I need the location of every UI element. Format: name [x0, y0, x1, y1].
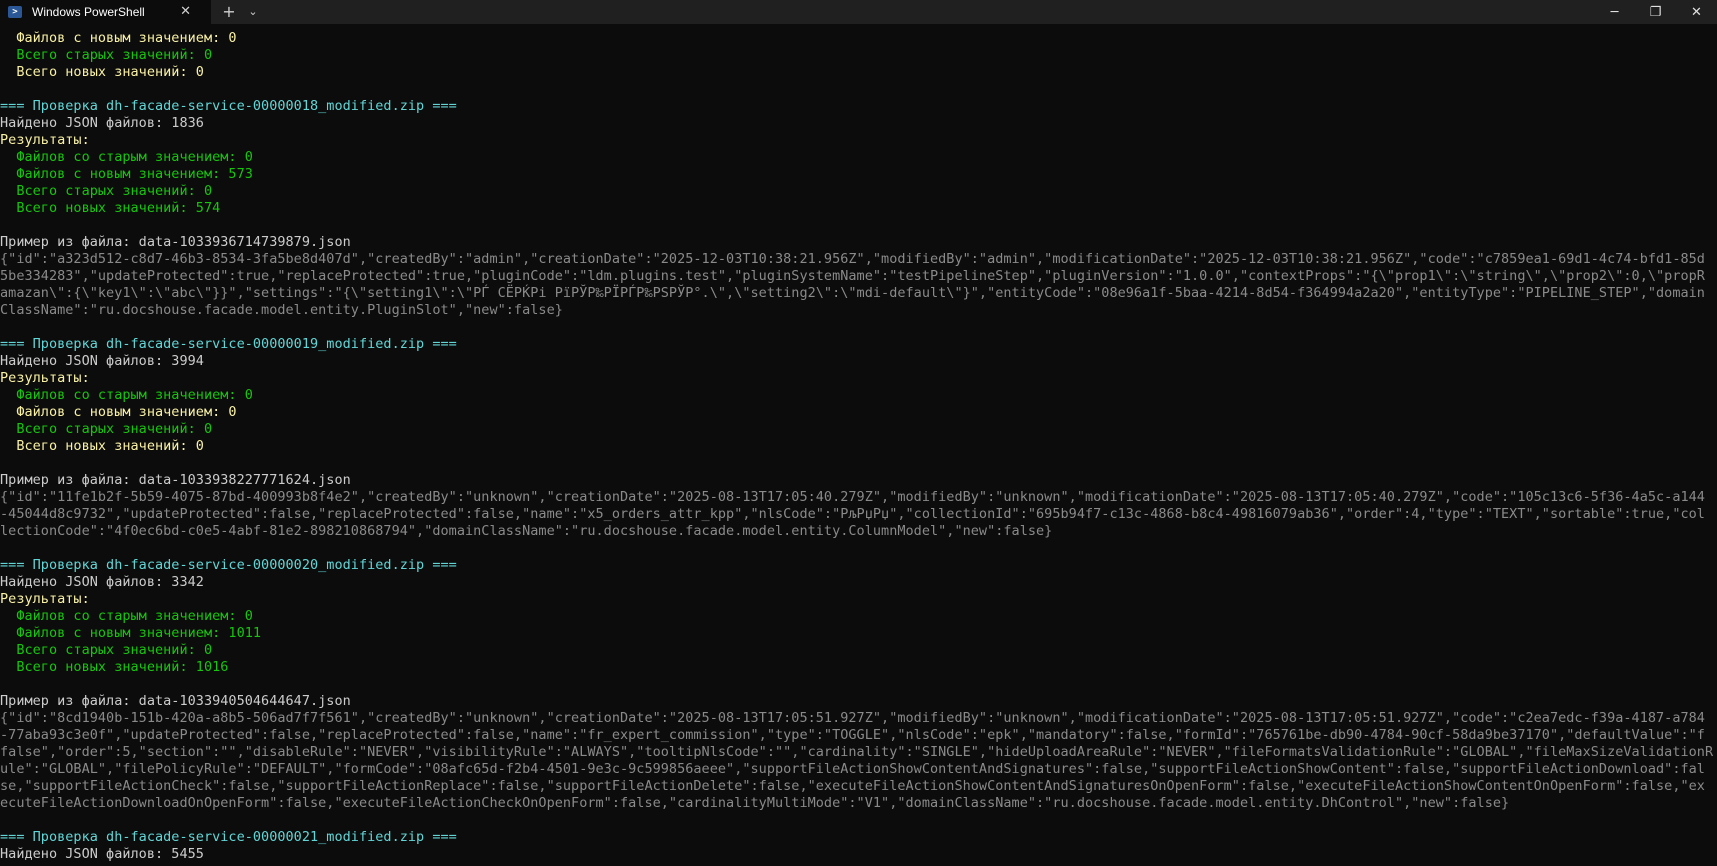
close-window-button[interactable]: ✕	[1676, 0, 1717, 24]
terminal-line: === Проверка dh-facade-service-00000021_…	[0, 829, 457, 845]
terminal-line: se,"supportFileActionCheck":false,"suppo…	[0, 778, 1705, 794]
terminal-line: Найдено JSON файлов: 1836	[0, 115, 204, 131]
close-tab-icon[interactable]: ✕	[180, 0, 191, 24]
chevron-down-icon[interactable]: ⌄	[243, 0, 263, 24]
terminal-line: Всего новых значений: 0	[0, 438, 204, 454]
terminal-line: Файлов со старым значением: 0	[0, 149, 253, 165]
terminal-line: Пример из файла: data-1033940504644647.j…	[0, 693, 351, 709]
minimize-button[interactable]: ─	[1594, 0, 1635, 24]
terminal-line: ule":"GLOBAL","filePolicyRule":"DEFAULT"…	[0, 761, 1705, 777]
terminal-line: Файлов со старым значением: 0	[0, 608, 253, 624]
terminal-line: ClassName":"ru.docshouse.facade.model.en…	[0, 302, 563, 318]
terminal-line: Пример из файла: data-1033938227771624.j…	[0, 472, 351, 488]
terminal-line: Файлов с новым значением: 0	[0, 404, 237, 420]
terminal-line: Всего старых значений: 0	[0, 421, 213, 437]
terminal-line: Найдено JSON файлов: 3994	[0, 353, 204, 369]
terminal-line: {"id":"8cd1940b-151b-420a-a8b5-506ad7f7f…	[0, 710, 1705, 726]
terminal-line: -77aba93c3e0f","updateProtected":false,"…	[0, 727, 1705, 743]
terminal-line: Результаты:	[0, 591, 90, 607]
terminal-line: Файлов со старым значением: 0	[0, 387, 253, 403]
terminal-line: === Проверка dh-facade-service-00000018_…	[0, 98, 457, 114]
terminal-line: Найдено JSON файлов: 3342	[0, 574, 204, 590]
terminal-line: amazan\":{\"key1\":\"abc\"}}","settings"…	[0, 285, 1705, 301]
terminal-line: Результаты:	[0, 370, 90, 386]
terminal-line: Всего старых значений: 0	[0, 47, 213, 63]
terminal-line: -45044d8c9732","updateProtected":false,"…	[0, 506, 1705, 522]
window-controls: ─ ❐ ✕	[1594, 0, 1717, 24]
terminal-line: Всего старых значений: 0	[0, 183, 213, 199]
terminal-line: Всего новых значений: 574	[0, 200, 221, 216]
tab-title: Windows PowerShell	[32, 5, 145, 19]
terminal-line: Пример из файла: data-1033936714739879.j…	[0, 234, 351, 250]
terminal-line: {"id":"11fe1b2f-5b59-4075-87bd-400993b8f…	[0, 489, 1705, 505]
terminal-line: Результаты:	[0, 132, 90, 148]
terminal-line: === Проверка dh-facade-service-00000020_…	[0, 557, 457, 573]
terminal-line: Всего новых значений: 1016	[0, 659, 229, 675]
new-tab-button[interactable]: +	[215, 0, 243, 24]
terminal-line: 5be334283","updateProtected":true,"repla…	[0, 268, 1705, 284]
terminal-line: Всего старых значений: 0	[0, 642, 213, 658]
terminal-line: false","order":5,"section":"","disableRu…	[0, 744, 1714, 760]
terminal-output[interactable]: Файлов с новым значением: 0 Всего старых…	[0, 30, 1717, 866]
terminal-line: Файлов с новым значением: 1011	[0, 625, 262, 641]
terminal-line: Файлов с новым значением: 0	[0, 30, 237, 46]
maximize-button[interactable]: ❐	[1635, 0, 1676, 24]
title-bar: > Windows PowerShell ✕ + ⌄ ─ ❐ ✕	[0, 0, 1717, 24]
terminal-line: Всего новых значений: 0	[0, 64, 204, 80]
terminal-line: Файлов с новым значением: 573	[0, 166, 253, 182]
terminal-line: Найдено JSON файлов: 5455	[0, 846, 204, 862]
terminal-line: === Проверка dh-facade-service-00000019_…	[0, 336, 457, 352]
powershell-icon: >	[8, 6, 22, 18]
terminal-line: ecuteFileActionDownloadOnOpenForm":false…	[0, 795, 1510, 811]
terminal-line: {"id":"a323d512-c8d7-46b3-8534-3fa5be8d4…	[0, 251, 1705, 267]
tab-windows-powershell[interactable]: > Windows PowerShell ✕	[0, 0, 211, 24]
terminal-line: lectionCode":"4f0ec6bd-c0e5-4abf-81e2-89…	[0, 523, 1053, 539]
